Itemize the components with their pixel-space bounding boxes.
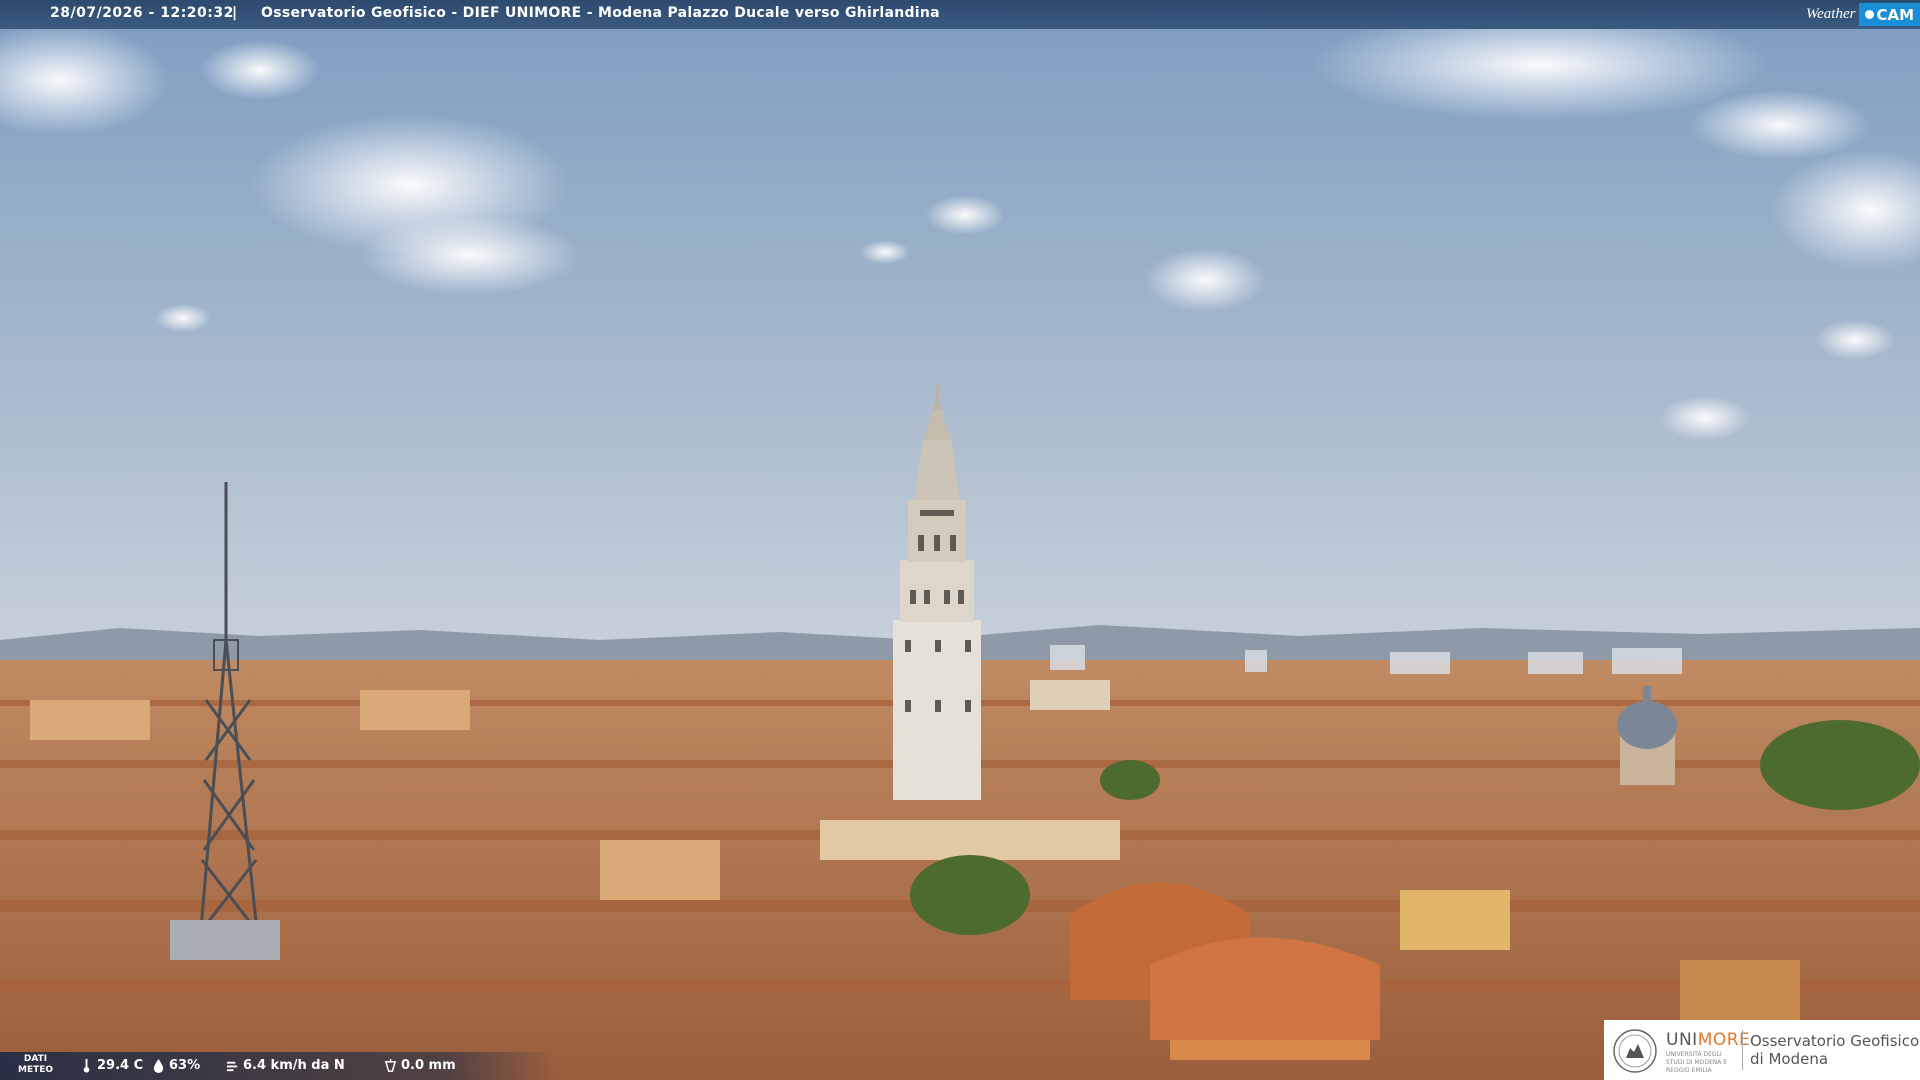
weather-data-label: DATI METEO xyxy=(18,1054,53,1076)
timestamp: 28/07/2026 - 12:20:32 xyxy=(50,5,234,21)
antenna-base xyxy=(170,920,280,960)
weather-data-bar: DATI METEO 29.4 C 63% 6.4 km/h da N 0.0 … xyxy=(0,1052,560,1080)
rain-gauge-icon xyxy=(384,1059,397,1072)
unimore-subtitle: UNIVERSITÀ DEGLI STUDI DI MODENA E REGGI… xyxy=(1666,1051,1728,1074)
observatory-name: Osservatorio Geofisico di Modena xyxy=(1750,1032,1919,1068)
university-seal-icon xyxy=(1613,1029,1657,1073)
rain-readout: 0.0 mm xyxy=(384,1058,456,1073)
webcam-scene xyxy=(0,0,1920,1080)
weathercam-logo: Weather CAM xyxy=(1806,0,1920,29)
unimore-wordmark: UNIMORE xyxy=(1666,1030,1750,1050)
camera-title: Osservatorio Geofisico - DIEF UNIMORE - … xyxy=(261,5,940,21)
weather-data-label-line1: DATI xyxy=(23,1054,48,1064)
caption-bar: 28/07/2026 - 12:20:32 | Osservatorio Geo… xyxy=(0,0,1920,29)
weathercam-logo-cam: CAM xyxy=(1859,3,1920,26)
temperature-value: 29.4 C xyxy=(97,1058,144,1073)
unimore-wordmark-prefix: UNI xyxy=(1666,1030,1698,1050)
observatory-name-line1: Osservatorio Geofisico xyxy=(1750,1032,1920,1050)
unimore-logo: UNIMORE UNIVERSITÀ DEGLI STUDI DI MODENA… xyxy=(1604,1020,1920,1080)
caption-separator: | xyxy=(232,5,238,21)
wind-value: 6.4 km/h da N xyxy=(243,1058,345,1073)
thermometer-icon xyxy=(83,1058,90,1073)
weathercam-logo-word: Weather xyxy=(1806,6,1856,22)
webcam-frame: 28/07/2026 - 12:20:32 | Osservatorio Geo… xyxy=(0,0,1920,1080)
humidity-drop-icon xyxy=(153,1058,164,1073)
weather-data-label-line2: METEO xyxy=(18,1065,54,1075)
wind-icon xyxy=(226,1061,238,1072)
humidity-value: 63% xyxy=(169,1058,201,1073)
humidity-readout: 63% xyxy=(152,1058,200,1073)
logo-divider xyxy=(1742,1030,1743,1070)
weathercam-logo-cam-text: CAM xyxy=(1876,5,1914,24)
rain-value: 0.0 mm xyxy=(401,1058,456,1073)
observatory-name-line2: di Modena xyxy=(1750,1050,1829,1068)
wind-readout: 6.4 km/h da N xyxy=(226,1058,345,1073)
camera-lens-icon xyxy=(1865,10,1875,19)
temperature-readout: 29.4 C xyxy=(80,1058,143,1073)
